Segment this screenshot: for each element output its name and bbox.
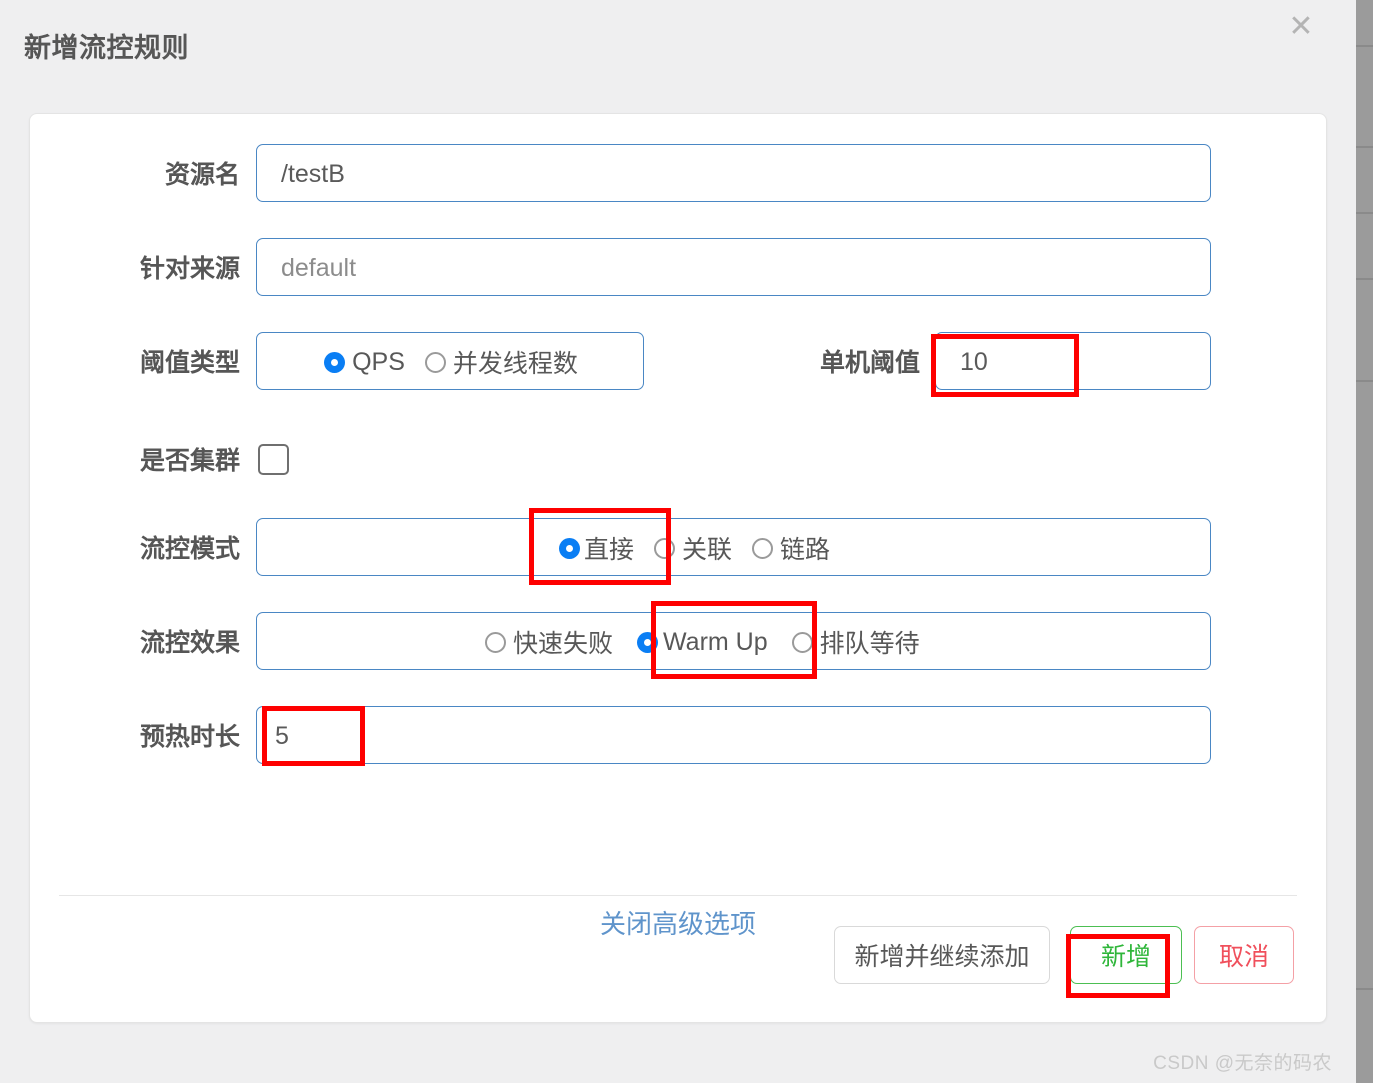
background-page-strip — [1356, 0, 1373, 1083]
radio-icon — [559, 537, 580, 559]
flow-effect-option-label: 快速失败 — [513, 630, 614, 658]
radio-icon — [485, 631, 506, 653]
threshold-type-option-label: 并发线程数 — [452, 350, 578, 378]
add-and-continue-button[interactable]: 新增并继续添加 — [834, 926, 1050, 984]
flow-mode-option-chain[interactable]: 链路 — [752, 530, 830, 566]
radio-icon — [637, 631, 659, 653]
form-row-threshold: 阈值类型 QPS 并发线程数 单机阈值 10 — [30, 332, 1326, 394]
single-threshold-label: 单机阈值 — [819, 349, 920, 377]
background-row-divider — [1356, 45, 1373, 47]
background-row-divider — [1356, 988, 1373, 990]
cancel-button[interactable]: 取消 — [1194, 926, 1294, 984]
warmup-value: 5 — [275, 722, 289, 750]
form-row-origin: 针对来源 default — [30, 238, 1326, 300]
cluster-checkbox[interactable] — [258, 444, 289, 475]
cluster-label: 是否集群 — [139, 447, 240, 475]
resource-input-value: /testB — [281, 160, 345, 188]
single-threshold-value: 10 — [960, 348, 988, 376]
close-icon[interactable]: ✕ — [1284, 10, 1318, 44]
flow-effect-option-fast-fail[interactable]: 快速失败 — [485, 624, 613, 660]
threshold-type-option-qps[interactable]: QPS — [324, 348, 405, 377]
flow-mode-option-associated[interactable]: 关联 — [654, 530, 732, 566]
flow-mode-label: 流控模式 — [139, 535, 240, 563]
threshold-type-group: QPS 并发线程数 — [256, 332, 644, 390]
warmup-input[interactable]: 5 — [256, 706, 1211, 764]
radio-icon — [654, 537, 676, 559]
add-flow-rule-dialog: 新增流控规则 ✕ 资源名 /testB 针对来源 default 阈值类型 QP… — [0, 0, 1356, 1083]
flow-mode-option-direct[interactable]: 直接 — [559, 530, 634, 566]
origin-input-placeholder: default — [281, 254, 357, 282]
flow-effect-option-warm-up[interactable]: Warm Up — [637, 628, 768, 657]
flow-effect-option-queue[interactable]: 排队等待 — [791, 624, 920, 660]
threshold-type-option-label: QPS — [352, 347, 405, 376]
resource-label: 资源名 — [164, 161, 240, 189]
form-row-flow-effect: 流控效果 快速失败 Warm Up 排队等待 — [30, 612, 1326, 674]
origin-input[interactable]: default — [256, 238, 1211, 296]
dialog-title: 新增流控规则 — [24, 33, 189, 63]
background-row-divider — [1356, 212, 1373, 214]
form-row-flow-mode: 流控模式 直接 关联 链路 — [30, 518, 1326, 580]
form-row-resource: 资源名 /testB — [30, 144, 1326, 206]
warmup-label: 预热时长 — [139, 723, 240, 751]
footer-divider — [59, 895, 1297, 896]
origin-label: 针对来源 — [139, 255, 240, 283]
background-row-divider — [1356, 146, 1373, 148]
radio-icon — [752, 537, 774, 559]
background-row-divider — [1356, 278, 1373, 280]
flow-effect-group: 快速失败 Warm Up 排队等待 — [256, 612, 1211, 670]
radio-icon — [324, 351, 346, 373]
watermark: CSDN @无奈的码农 — [1153, 1053, 1332, 1074]
dialog-body-card: 资源名 /testB 针对来源 default 阈值类型 QPS 并发线程数 单… — [29, 113, 1327, 1023]
resource-input[interactable]: /testB — [256, 144, 1211, 202]
form-row-warmup: 预热时长 5 — [30, 706, 1326, 768]
dialog-footer: 新增并继续添加 新增 取消 — [30, 926, 1326, 1022]
radio-icon — [791, 631, 813, 653]
add-button[interactable]: 新增 — [1070, 926, 1182, 984]
flow-effect-option-label: 排队等待 — [819, 630, 920, 658]
flow-effect-label: 流控效果 — [139, 629, 240, 657]
radio-icon — [424, 351, 446, 373]
flow-effect-option-label: Warm Up — [663, 627, 768, 656]
background-row-divider — [1356, 380, 1373, 382]
flow-mode-option-label: 链路 — [780, 536, 831, 564]
threshold-type-option-threads[interactable]: 并发线程数 — [424, 344, 578, 380]
single-threshold-input[interactable]: 10 — [935, 332, 1211, 390]
flow-mode-group: 直接 关联 链路 — [256, 518, 1211, 576]
threshold-type-label: 阈值类型 — [139, 349, 240, 377]
flow-mode-option-label: 关联 — [682, 536, 733, 564]
flow-mode-option-label: 直接 — [584, 536, 635, 564]
form-row-cluster: 是否集群 — [30, 430, 1326, 492]
